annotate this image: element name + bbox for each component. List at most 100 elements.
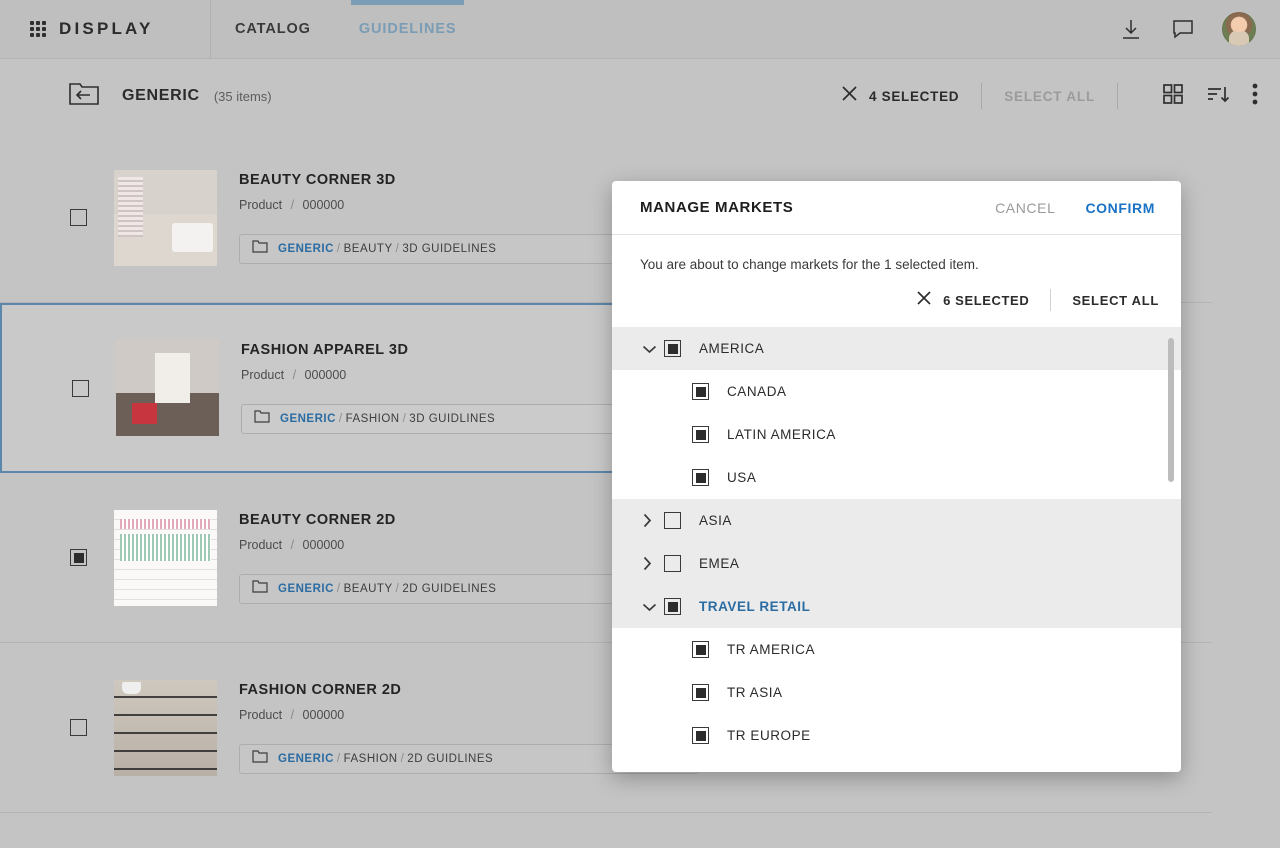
items-count: (35 items)	[213, 88, 272, 104]
dialog-description: You are about to change markets for the …	[640, 257, 979, 272]
folder-back-icon[interactable]	[68, 81, 100, 112]
breadcrumb-root[interactable]: GENERIC	[278, 583, 334, 595]
subtitle-separator: /	[290, 707, 295, 722]
item-thumbnail	[114, 169, 217, 266]
breadcrumb-text: GENERIC / FASHION/3D GUIDLINES	[280, 413, 496, 425]
grid-view-icon[interactable]	[1162, 83, 1184, 110]
folder-icon	[252, 579, 268, 598]
row-checkbox[interactable]	[70, 549, 87, 566]
brand-zone[interactable]: DISPLAY	[0, 0, 211, 59]
tree-label: ASIA	[699, 513, 732, 528]
row-checkbox[interactable]	[72, 379, 89, 397]
top-bar-actions	[1118, 12, 1280, 46]
sort-descending-icon[interactable]	[1206, 83, 1230, 110]
cancel-button[interactable]: CANCEL	[995, 200, 1055, 216]
tree-label: AMERICA	[699, 341, 765, 356]
tree-item-tr-asia[interactable]: TR ASIA	[612, 671, 1181, 714]
brand-title: DISPLAY	[59, 19, 154, 38]
dialog-actions: CANCEL CONFIRM	[995, 200, 1155, 216]
tree-group-emea[interactable]: EMEA	[612, 542, 1181, 585]
tree-group-asia[interactable]: ASIA	[612, 499, 1181, 542]
toolbar-divider-2	[1117, 83, 1118, 109]
tree-group-travel-retail[interactable]: TRAVEL RETAIL	[612, 585, 1181, 628]
apps-grid-icon[interactable]	[30, 21, 46, 37]
breadcrumb-text: GENERIC / BEAUTY/3D GUIDELINES	[278, 242, 497, 255]
top-navigation-bar: DISPLAY CATALOG GUIDELINES	[0, 0, 1280, 59]
row-checkbox[interactable]	[70, 719, 87, 736]
tab-guidelines[interactable]: GUIDELINES	[335, 0, 481, 59]
tree-label: CANADA	[727, 384, 787, 399]
tree-label: TR EUROPE	[727, 728, 811, 743]
dialog-clear-selection-button[interactable]: 6 SELECTED	[916, 290, 1029, 311]
tree-checkbox[interactable]	[664, 340, 681, 357]
tree-checkbox[interactable]	[664, 555, 681, 572]
tree-label: TRAVEL RETAIL	[699, 599, 811, 614]
breadcrumb-root[interactable]: GENERIC	[280, 413, 336, 425]
markets-tree: AMERICA CANADA LATIN AMERICA USA ASIA EM…	[612, 327, 1181, 772]
tree-checkbox[interactable]	[692, 469, 709, 486]
chevron-down-icon[interactable]	[642, 344, 664, 354]
subtitle-separator: /	[290, 537, 295, 552]
download-icon[interactable]	[1118, 16, 1144, 42]
breadcrumb-root[interactable]: GENERIC	[278, 243, 334, 255]
breadcrumb-text: GENERIC / FASHION/2D GUIDLINES	[278, 752, 494, 765]
toolbar-divider	[981, 83, 983, 109]
tree-checkbox[interactable]	[664, 598, 681, 615]
tree-group-america[interactable]: AMERICA	[612, 327, 1181, 370]
tree-label: TR ASIA	[727, 685, 783, 700]
row-checkbox[interactable]	[70, 209, 87, 226]
main-tabs: CATALOG GUIDELINES	[211, 0, 480, 59]
confirm-button[interactable]: CONFIRM	[1085, 200, 1155, 216]
item-type: Product	[241, 368, 285, 382]
close-icon[interactable]	[916, 290, 932, 311]
breadcrumb-1: FASHION	[345, 413, 400, 425]
app-root: DISPLAY CATALOG GUIDELINES GENERIC (35 i…	[0, 0, 1280, 848]
chevron-down-icon[interactable]	[642, 602, 664, 612]
content-toolbar: GENERIC (35 items) 4 SELECTED SELECT ALL	[0, 59, 1280, 133]
chevron-right-icon[interactable]	[642, 556, 664, 571]
tree-checkbox[interactable]	[692, 383, 709, 400]
breadcrumb-1: FASHION	[343, 752, 398, 765]
tree-label: USA	[727, 470, 757, 485]
tree-label: EMEA	[699, 556, 740, 571]
tree-scrollbar-thumb[interactable]	[1168, 338, 1174, 482]
item-code: 000000	[302, 537, 345, 552]
dialog-title: MANAGE MARKETS	[640, 199, 794, 216]
tree-checkbox[interactable]	[692, 641, 709, 658]
dialog-divider	[1050, 289, 1052, 311]
page-title: GENERIC	[122, 87, 200, 104]
breadcrumb-1: BEAUTY	[343, 242, 393, 255]
tree-label: TR AMERICA	[727, 642, 816, 657]
tree-checkbox[interactable]	[692, 426, 709, 443]
toolbar-actions: 4 SELECTED SELECT ALL	[841, 83, 1258, 110]
select-all-button[interactable]: SELECT ALL	[1004, 89, 1095, 104]
tree-item-usa[interactable]: USA	[612, 456, 1181, 499]
tree-checkbox[interactable]	[692, 727, 709, 744]
breadcrumb-1: BEAUTY	[343, 582, 393, 595]
tree-item-tr-america[interactable]: TR AMERICA	[612, 628, 1181, 671]
chevron-right-icon[interactable]	[642, 513, 664, 528]
item-code: 000000	[302, 197, 345, 212]
manage-markets-dialog: MANAGE MARKETS CANCEL CONFIRM You are ab…	[612, 181, 1181, 772]
breadcrumb-root[interactable]: GENERIC	[278, 753, 334, 765]
clear-selection-button[interactable]: 4 SELECTED	[841, 85, 959, 107]
comment-icon[interactable]	[1170, 16, 1196, 42]
tree-item-tr-europe[interactable]: TR EUROPE	[612, 714, 1181, 757]
breadcrumb-2: 2D GUIDELINES	[402, 582, 497, 595]
subtitle-separator: /	[290, 197, 295, 212]
tree-checkbox[interactable]	[692, 684, 709, 701]
tree-item-canada[interactable]: CANADA	[612, 370, 1181, 413]
item-code: 000000	[302, 707, 345, 722]
item-type: Product	[239, 197, 283, 212]
breadcrumb-2: 3D GUIDLINES	[409, 413, 496, 425]
tree-checkbox[interactable]	[664, 512, 681, 529]
tree-scrollbar[interactable]	[1168, 330, 1174, 769]
tree-item-latin-america[interactable]: LATIN AMERICA	[612, 413, 1181, 456]
breadcrumb-text: GENERIC / BEAUTY/2D GUIDELINES	[278, 582, 497, 595]
close-icon[interactable]	[841, 85, 858, 107]
breadcrumb-2: 2D GUIDLINES	[407, 752, 494, 765]
tab-catalog[interactable]: CATALOG	[211, 0, 335, 59]
avatar[interactable]	[1222, 12, 1256, 46]
dialog-select-all-button[interactable]: SELECT ALL	[1072, 293, 1159, 308]
more-vertical-icon[interactable]	[1252, 83, 1258, 110]
